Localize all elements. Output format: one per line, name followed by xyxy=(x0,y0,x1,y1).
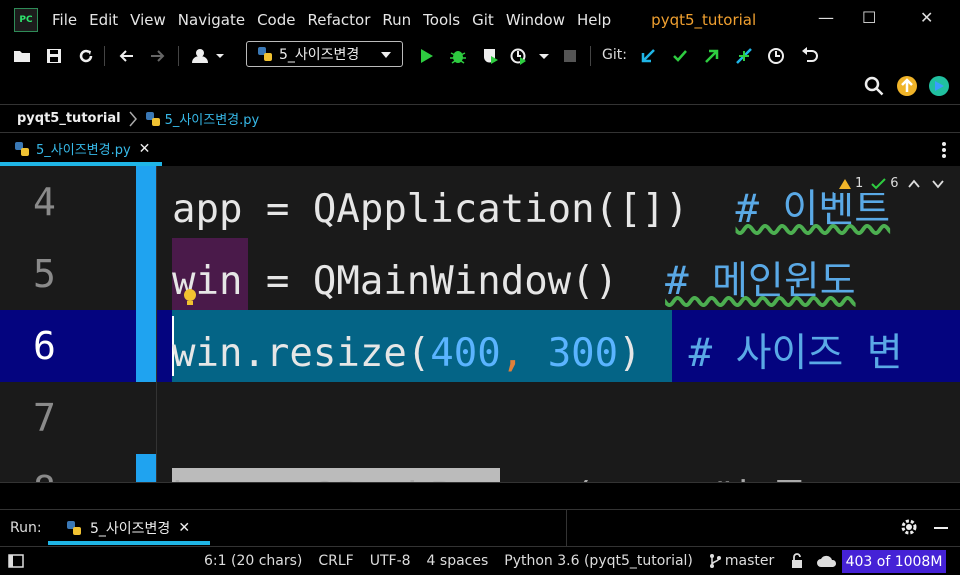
line-number-current: 6 xyxy=(33,324,56,368)
run-tool-window: Run: 5_사이즈변경 ✕ xyxy=(0,510,960,546)
cloud-sync-icon[interactable] xyxy=(816,553,838,569)
secondary-toolbar xyxy=(0,72,960,102)
file-encoding[interactable]: UTF-8 xyxy=(370,553,411,569)
code-line-6: win.resize(400, 300) # 사이즈 변 xyxy=(172,331,903,376)
git-branch[interactable]: master xyxy=(725,553,774,569)
tab-label: 5_사이즈변경.py xyxy=(36,143,131,158)
indentation[interactable]: 4 spaces xyxy=(427,553,489,569)
vcs-change-marker-2[interactable] xyxy=(136,454,156,482)
vcs-change-marker[interactable] xyxy=(136,166,156,382)
forward-arrow-icon[interactable] xyxy=(146,44,170,68)
chevron-up-icon[interactable] xyxy=(907,179,921,189)
maximize-button[interactable]: ☐ xyxy=(862,8,876,27)
menu-view[interactable]: View xyxy=(130,11,166,29)
line-separator[interactable]: CRLF xyxy=(318,553,353,569)
git-push-icon[interactable] xyxy=(700,44,724,68)
debug-bug-icon[interactable] xyxy=(446,44,470,68)
memory-indicator[interactable]: 403 of 1008M xyxy=(842,550,946,573)
stop-icon[interactable] xyxy=(558,44,582,68)
update-available-icon[interactable] xyxy=(896,75,918,101)
python-interpreter[interactable]: Python 3.6 (pyqt5_tutorial) xyxy=(504,553,693,569)
breadcrumb-file[interactable]: 5_사이즈변경.py xyxy=(165,109,260,128)
python-file-icon xyxy=(15,141,29,156)
code-line-5: win = QMainWindow() # 메인윈도 xyxy=(172,259,856,304)
main-toolbar: 5_사이즈변경 Git: xyxy=(0,40,960,72)
git-update-icon[interactable] xyxy=(636,44,660,68)
git-commit-icon[interactable] xyxy=(668,44,692,68)
panel-divider[interactable] xyxy=(0,482,960,510)
gear-icon[interactable] xyxy=(900,518,918,540)
gutter-current-line xyxy=(0,310,136,382)
code-editor[interactable]: 4 5 6 7 8 app = QApplication([]) # 이벤트 w… xyxy=(0,166,960,482)
toggle-tool-windows-icon[interactable] xyxy=(8,554,24,568)
run-label: Run: xyxy=(10,520,42,536)
menu-git[interactable]: Git xyxy=(472,11,494,29)
breadcrumb-project[interactable]: pyqt5_tutorial xyxy=(17,111,121,126)
editor-tab-bar: 5_사이즈변경.py ✕ xyxy=(0,132,960,166)
tab-close-button[interactable]: ✕ xyxy=(139,141,151,157)
save-icon[interactable] xyxy=(42,44,66,68)
run-configuration-select[interactable]: 5_사이즈변경 xyxy=(246,41,403,67)
history-clock-icon[interactable] xyxy=(764,44,788,68)
line-number: 8 xyxy=(33,468,56,482)
chevron-down-icon xyxy=(381,52,391,58)
project-title: pyqt5_tutorial xyxy=(651,11,757,29)
chevron-right-icon xyxy=(128,111,137,126)
back-arrow-icon[interactable] xyxy=(114,44,138,68)
search-icon[interactable] xyxy=(864,76,884,100)
run-icon[interactable] xyxy=(414,44,438,68)
run-coverage-icon[interactable] xyxy=(478,44,502,68)
line-number: 7 xyxy=(33,396,56,440)
python-file-icon xyxy=(67,521,81,535)
menu-navigate[interactable]: Navigate xyxy=(178,11,245,29)
menu-edit[interactable]: Edit xyxy=(89,11,118,29)
menu-file[interactable]: File xyxy=(52,11,77,29)
close-window-button[interactable]: ✕ xyxy=(920,8,933,27)
warning-icon xyxy=(839,178,851,189)
lightbulb-icon[interactable] xyxy=(182,288,198,310)
status-bar: 6:1 (20 chars) CRLF UTF-8 4 spaces Pytho… xyxy=(0,546,960,575)
code-line-8: btn = QPushButton(text="누르 xyxy=(172,466,807,482)
git-label: Git: xyxy=(602,47,627,63)
pycharm-logo-icon[interactable]: PC xyxy=(14,8,38,32)
menu-window[interactable]: Window xyxy=(506,11,565,29)
code-line-4: app = QApplication([]) # 이벤트 xyxy=(172,187,891,232)
run-tab-close-button[interactable]: ✕ xyxy=(178,520,190,536)
caret-position[interactable]: 6:1 (20 chars) xyxy=(204,553,302,569)
sync-icon[interactable] xyxy=(74,44,98,68)
profile-dropdown-icon[interactable] xyxy=(508,44,552,68)
inspection-widget[interactable]: 1 6 xyxy=(834,174,949,193)
breadcrumb: pyqt5_tutorial 5_사이즈변경.py xyxy=(0,104,960,132)
minimize-button[interactable]: — xyxy=(818,8,834,27)
ok-count: 6 xyxy=(890,176,899,191)
menu-run[interactable]: Run xyxy=(382,11,411,29)
menu-tools[interactable]: Tools xyxy=(423,11,460,29)
python-file-icon xyxy=(258,47,272,61)
menu-refactor[interactable]: Refactor xyxy=(307,11,370,29)
open-folder-icon[interactable] xyxy=(10,44,34,68)
menu-help[interactable]: Help xyxy=(577,11,611,29)
more-vertical-icon[interactable] xyxy=(936,141,952,163)
tab-5-size-change[interactable]: 5_사이즈변경.py ✕ xyxy=(0,133,162,164)
git-merge-icon[interactable] xyxy=(732,44,756,68)
run-tab-indicator xyxy=(48,541,210,545)
user-dropdown-icon[interactable] xyxy=(188,44,228,68)
warning-count: 1 xyxy=(855,176,864,191)
code-with-me-icon[interactable] xyxy=(928,75,950,101)
run-tab-label: 5_사이즈변경 xyxy=(90,521,171,537)
git-branch-icon xyxy=(709,554,721,568)
run-configuration-label: 5_사이즈변경 xyxy=(279,47,360,63)
rollback-icon[interactable] xyxy=(798,44,822,68)
minimize-panel-icon[interactable] xyxy=(934,527,948,529)
menu-bar: PC File Edit View Navigate Code Refactor… xyxy=(0,0,960,40)
line-number: 4 xyxy=(33,180,56,224)
line-number: 5 xyxy=(33,252,56,296)
lock-icon[interactable] xyxy=(790,553,804,569)
python-file-icon xyxy=(145,111,160,126)
checkmark-icon xyxy=(871,177,886,189)
chevron-down-icon[interactable] xyxy=(931,179,945,189)
menu-code[interactable]: Code xyxy=(257,11,295,29)
